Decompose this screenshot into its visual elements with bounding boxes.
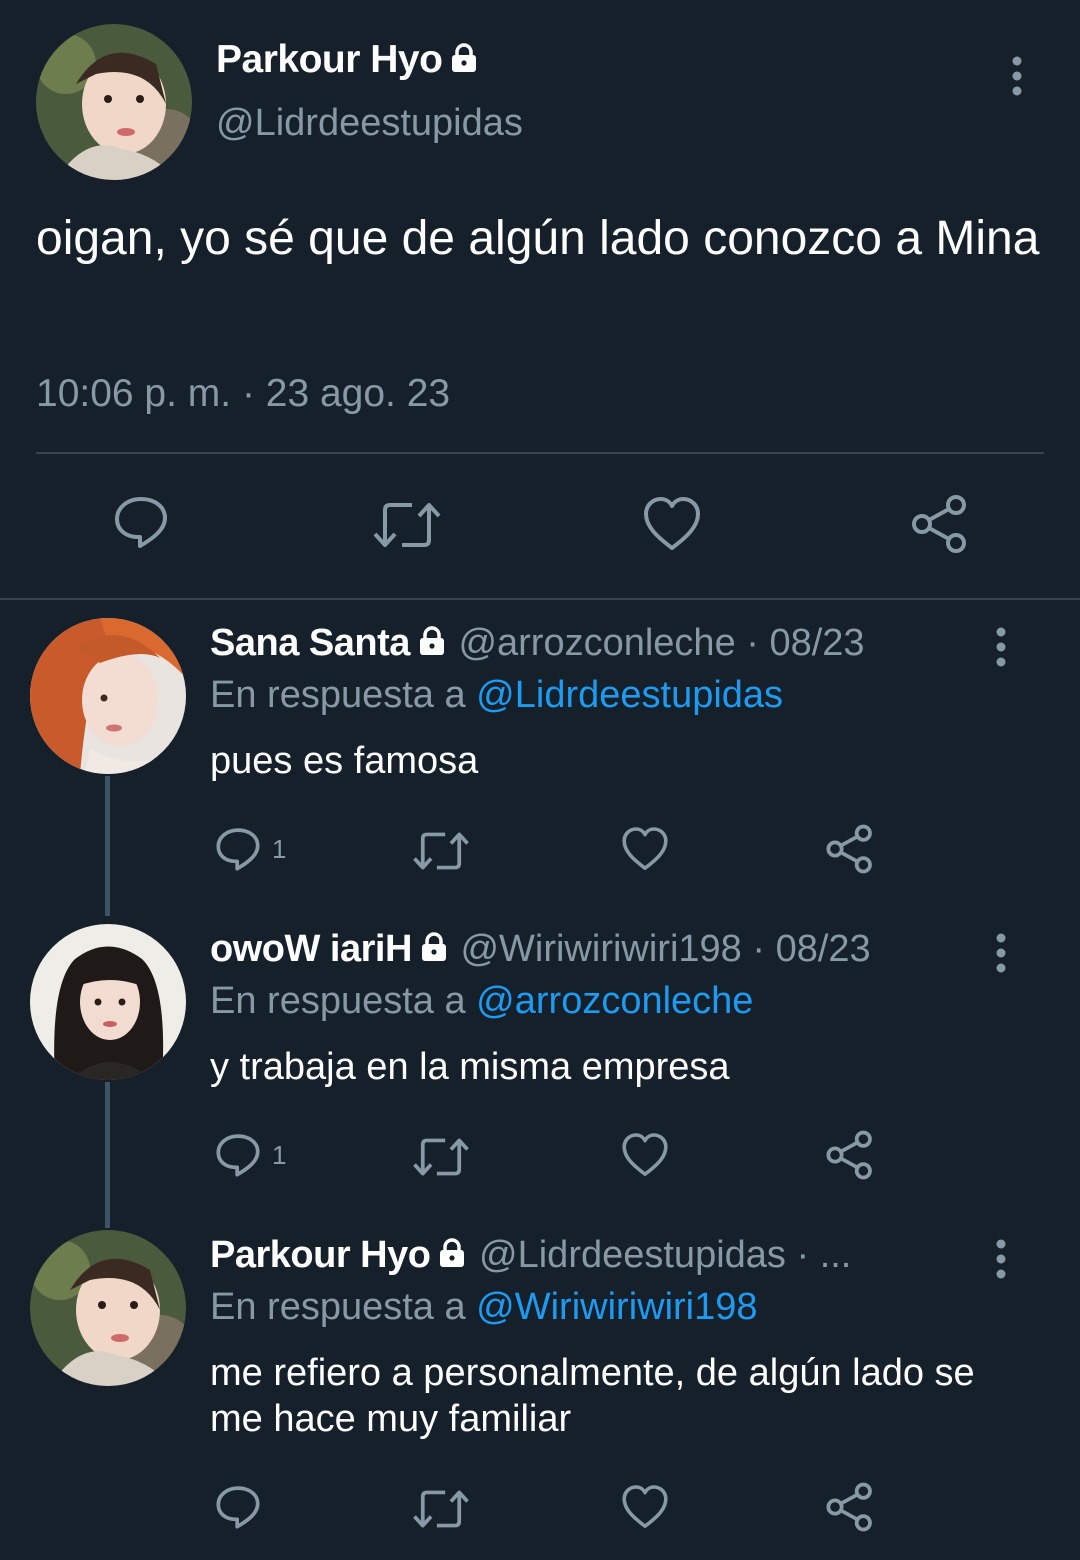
lock-icon [448,40,480,84]
tweet-date: · 08/23 [752,928,871,970]
lock-icon [418,930,450,973]
avatar[interactable] [30,618,186,774]
reply-tweet[interactable]: owoW iariH @Wiriwiriwiri198 · 08/23 En r… [0,906,1080,1228]
display-name[interactable]: Parkour Hyo [216,38,480,84]
share-icon[interactable] [825,1482,875,1532]
mention-link[interactable]: @Wiriwiriwiri198 [476,1286,757,1328]
display-name[interactable]: Parkour Hyo [210,1234,431,1276]
reply-tweet[interactable]: Sana Santa @arrozconleche · 08/23 En res… [0,600,1080,916]
reply-context: En respuesta a @Wiriwiriwiri198 [210,1286,758,1328]
display-name[interactable]: Sana Santa [210,622,410,664]
reply-tweet[interactable]: Parkour Hyo @Lidrdeestupidas · ... En re… [0,1212,1080,1560]
like-icon[interactable] [621,1132,669,1178]
display-name[interactable]: owoW iariH [210,928,412,970]
mention-link[interactable]: @arrozconleche [476,980,753,1022]
reply-header: Parkour Hyo @Lidrdeestupidas · ... [210,1234,970,1279]
avatar[interactable] [30,1230,186,1386]
tweet-thread-page: Parkour Hyo @Lidrdeestupidas oigan, yo s… [0,0,1080,1560]
reply-count: 1 [272,1140,287,1170]
tweet-actions: 1 [0,1128,1080,1188]
lock-icon [416,624,448,667]
tweet-date: · 08/23 [746,622,865,664]
avatar[interactable] [36,24,192,180]
reply-context: En respuesta a @Lidrdeestupidas [210,674,784,716]
tweet-text: pues es famosa [210,740,479,782]
tweet-text: oigan, yo sé que de algún lado conozco a… [36,212,1040,265]
share-icon[interactable] [825,824,875,874]
reply-icon[interactable] [214,826,262,872]
reply-header: Sana Santa @arrozconleche · 08/23 [210,622,970,667]
retweet-icon[interactable] [412,1488,470,1530]
reply-count: 1 [272,834,287,864]
like-icon[interactable] [621,1484,669,1530]
retweet-icon[interactable] [372,500,442,550]
like-icon[interactable] [621,826,669,872]
reply-icon[interactable] [214,1132,262,1178]
avatar[interactable] [30,924,186,1080]
more-options-icon[interactable] [986,1237,1016,1281]
tweet-actions [0,1480,1080,1540]
user-handle[interactable]: @arrozconleche [458,622,735,664]
tweet-text: y trabaja en la misma empresa [210,1046,730,1088]
reply-icon[interactable] [112,494,170,550]
reply-context: En respuesta a @arrozconleche [210,980,754,1022]
tweet-text: me refiero a personalmente, de algún lad… [210,1352,975,1440]
tweet-actions [0,490,1080,562]
like-icon[interactable] [642,496,702,552]
user-handle[interactable]: @Lidrdeestupidas [479,1234,786,1276]
more-options-icon[interactable] [986,625,1016,669]
lock-icon [436,1236,468,1279]
main-tweet: Parkour Hyo @Lidrdeestupidas oigan, yo s… [0,0,1080,598]
tweet-date: · ... [796,1234,852,1276]
more-options-icon[interactable] [986,931,1016,975]
retweet-icon[interactable] [412,1136,470,1178]
mention-link[interactable]: @Lidrdeestupidas [476,674,783,716]
user-handle[interactable]: @Lidrdeestupidas [216,102,523,145]
more-options-icon[interactable] [1002,54,1032,98]
share-icon[interactable] [825,1130,875,1180]
reply-header: owoW iariH @Wiriwiriwiri198 · 08/23 [210,928,970,973]
divider [36,452,1044,454]
reply-icon[interactable] [214,1484,262,1530]
user-handle[interactable]: @Wiriwiriwiri198 [460,928,741,970]
share-icon[interactable] [910,494,970,554]
tweet-actions: 1 [0,822,1080,882]
tweet-timestamp[interactable]: 10:06 p. m. · 23 ago. 23 [36,372,450,416]
retweet-icon[interactable] [412,830,470,872]
